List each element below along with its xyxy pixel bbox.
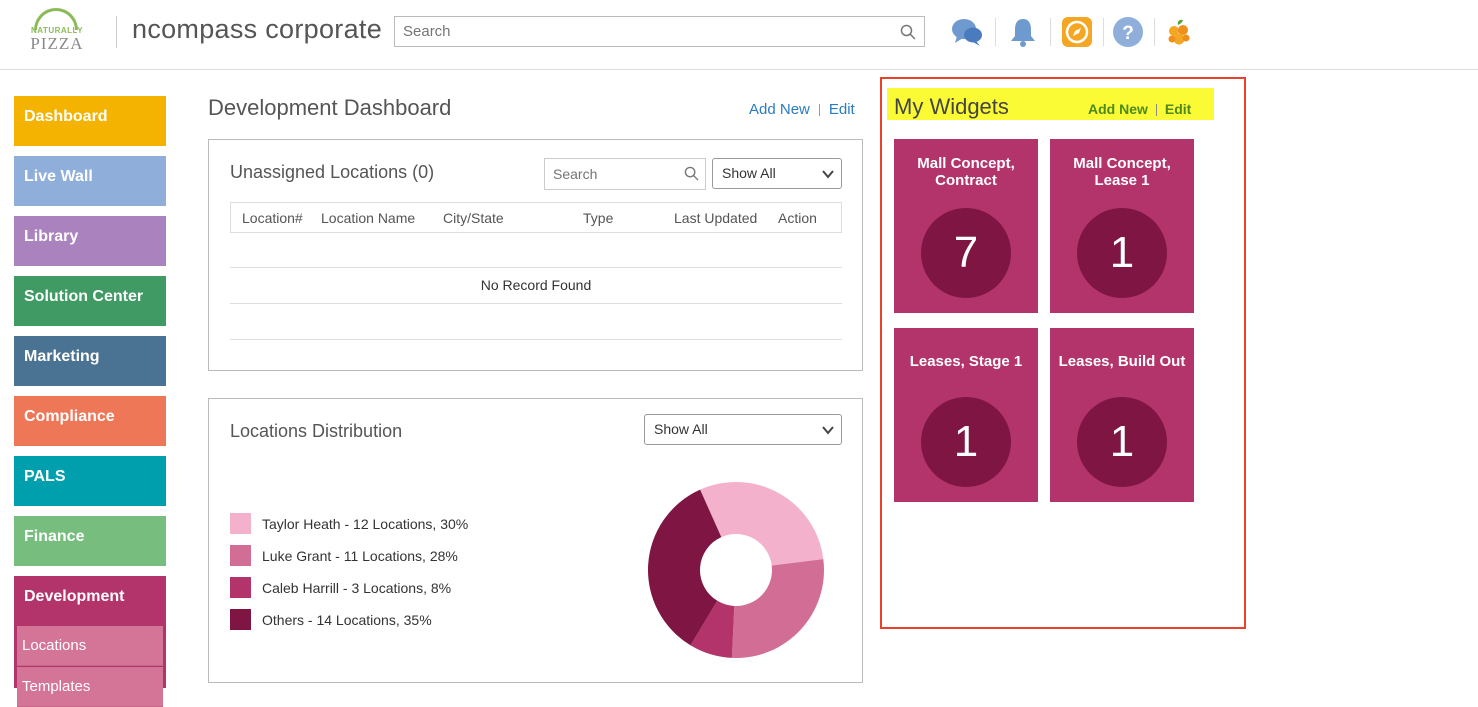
column-header[interactable]: Type xyxy=(583,210,613,226)
widget-name: Mall Concept, Lease 1 xyxy=(1073,155,1171,189)
unassigned-locations-panel: Unassigned Locations (0) Show All Locati… xyxy=(208,139,863,371)
widget-count: 1 xyxy=(1109,228,1135,277)
sidebar-subitem-locations[interactable]: Locations xyxy=(17,626,163,666)
sidebar-subitem-templates[interactable]: Templates xyxy=(17,667,163,707)
sidebar-item-library[interactable]: Library xyxy=(14,216,166,266)
widget-count: 7 xyxy=(953,228,979,277)
global-search-input[interactable] xyxy=(395,17,885,46)
legend-label: Taylor Heath - 12 Locations, 30% xyxy=(262,516,469,532)
compass-icon[interactable] xyxy=(1061,16,1093,48)
locations-distribution-panel: Locations Distribution Show All Taylor H… xyxy=(208,398,863,683)
widget-name: Leases, Build Out xyxy=(1058,353,1186,370)
widget-count: 1 xyxy=(1109,417,1135,466)
locations-distribution-title: Locations Distribution xyxy=(230,421,403,441)
donut-slice[interactable] xyxy=(700,482,824,566)
column-header[interactable]: Location# xyxy=(242,210,303,226)
brand-name: ncompass corporate xyxy=(132,14,383,44)
sidebar-item-pals[interactable]: PALS xyxy=(14,456,166,506)
column-header[interactable]: Last Updated xyxy=(674,210,757,226)
select-value: Show All xyxy=(654,421,708,437)
sidebar-item-live-wall[interactable]: Live Wall xyxy=(14,156,166,206)
chevron-down-icon xyxy=(822,170,834,179)
widget-count-circle: 7 xyxy=(921,208,1011,298)
unassigned-filter-select[interactable]: Show All xyxy=(712,158,842,189)
svg-text:?: ? xyxy=(1122,23,1134,44)
my-widgets-title: My Widgets xyxy=(894,94,1009,119)
chevron-down-icon xyxy=(822,426,834,435)
locations-donut-chart xyxy=(648,482,824,658)
search-icon[interactable] xyxy=(900,24,916,40)
table-divider xyxy=(230,339,842,340)
orange-fruit-avatar-icon[interactable] xyxy=(1163,16,1195,48)
column-header[interactable]: City/State xyxy=(443,210,504,226)
global-search[interactable] xyxy=(394,16,925,47)
distribution-filter-select[interactable]: Show All xyxy=(644,414,842,445)
dashboard-actions: Add New Edit xyxy=(749,101,855,118)
link-separator xyxy=(818,104,820,117)
table-divider xyxy=(230,303,842,304)
sidebar-item-marketing[interactable]: Marketing xyxy=(14,336,166,386)
logo-text-line2: PIZZA xyxy=(30,34,84,53)
naturally-pizza-logo[interactable]: NATURALLY PIZZA xyxy=(30,8,84,56)
bell-icon[interactable] xyxy=(1007,16,1039,48)
legend-label: Others - 14 Locations, 35% xyxy=(262,612,432,628)
unassigned-search-input[interactable] xyxy=(545,159,675,189)
widget-tile-leases-build-out[interactable]: Leases, Build Out 1 xyxy=(1050,328,1194,502)
donut-slice[interactable] xyxy=(731,559,824,658)
table-divider xyxy=(230,267,842,268)
select-value: Show All xyxy=(722,165,776,181)
widgets-actions: Add New Edit xyxy=(1088,101,1191,117)
legend-swatch xyxy=(230,609,251,630)
sidebar-item-compliance[interactable]: Compliance xyxy=(14,396,166,446)
page-title: Development Dashboard xyxy=(208,95,452,120)
column-header: Action xyxy=(778,210,817,226)
widget-count-circle: 1 xyxy=(1077,397,1167,487)
table-header: Location# Location Name City/State Type … xyxy=(230,202,842,233)
search-icon[interactable] xyxy=(684,166,699,181)
widgets-edit-link[interactable]: Edit xyxy=(1165,101,1191,117)
widget-name: Leases, Stage 1 xyxy=(909,353,1023,370)
chat-icon[interactable] xyxy=(951,16,983,48)
legend-swatch xyxy=(230,545,251,566)
sidebar-item-dashboard[interactable]: Dashboard xyxy=(14,96,166,146)
sidebar-item-label: Development xyxy=(24,588,125,605)
widgets-add-new-link[interactable]: Add New xyxy=(1088,101,1148,117)
header-divider xyxy=(116,16,117,48)
add-new-link[interactable]: Add New xyxy=(749,101,810,118)
legend-swatch xyxy=(230,513,251,534)
unassigned-search[interactable] xyxy=(544,158,706,190)
widget-tile-leases-stage-1[interactable]: Leases, Stage 1 1 xyxy=(894,328,1038,502)
widget-tile-mall-concept-lease-1[interactable]: Mall Concept, Lease 1 1 xyxy=(1050,139,1194,313)
column-header[interactable]: Location Name xyxy=(321,210,415,226)
legend-label: Caleb Harrill - 3 Locations, 8% xyxy=(262,580,452,596)
edit-link[interactable]: Edit xyxy=(829,101,855,118)
header-separator xyxy=(1154,18,1155,46)
unassigned-locations-title: Unassigned Locations (0) xyxy=(230,162,435,182)
legend-swatch xyxy=(230,577,251,598)
widget-count-circle: 1 xyxy=(1077,208,1167,298)
help-icon[interactable]: ? xyxy=(1112,16,1144,48)
widget-name: Mall Concept, Contract xyxy=(917,155,1015,189)
header-separator xyxy=(1103,18,1104,46)
sidebar-item-finance[interactable]: Finance xyxy=(14,516,166,566)
sidebar-item-solution-center[interactable]: Solution Center xyxy=(14,276,166,326)
header-separator xyxy=(1050,18,1051,46)
no-record-message: No Record Found xyxy=(480,277,592,293)
widget-tile-mall-concept-contract[interactable]: Mall Concept, Contract 7 xyxy=(894,139,1038,313)
link-separator xyxy=(1155,104,1157,117)
top-header: NATURALLY PIZZA ncompass corporate ? xyxy=(0,0,1478,70)
widget-count-circle: 1 xyxy=(921,397,1011,487)
header-separator xyxy=(995,18,996,46)
legend-label: Luke Grant - 11 Locations, 28% xyxy=(262,548,458,564)
widget-count: 1 xyxy=(953,417,979,466)
